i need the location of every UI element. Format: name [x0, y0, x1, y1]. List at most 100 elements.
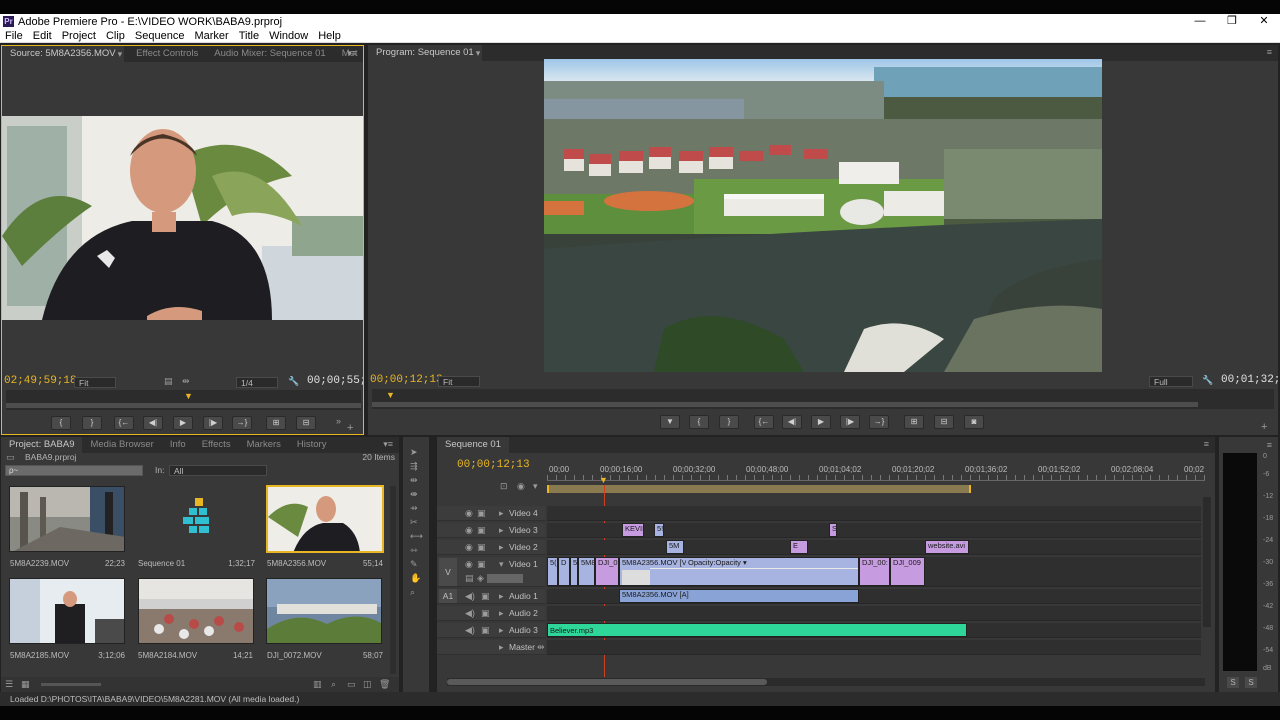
sequence-thumbnail[interactable]	[138, 486, 254, 552]
track-video3[interactable]: KEVII 5! S	[547, 523, 1201, 538]
list-view-icon[interactable]: ☰	[5, 679, 13, 690]
solo-left-button[interactable]: S	[1227, 677, 1239, 688]
icon-view-icon[interactable]: ▦	[21, 679, 30, 690]
track-select-tool-icon[interactable]: ⇶	[410, 461, 418, 472]
trash-icon[interactable]: 🗑	[379, 679, 390, 690]
panel-menu-icon[interactable]: ≡	[1267, 47, 1272, 57]
time-ruler[interactable]: 00;00 00;00;16;00 00;00;32;00 00;00;48;0…	[547, 465, 1205, 495]
minimize-button[interactable]: —	[1184, 14, 1216, 29]
track-header-master[interactable]: ▸ Master ⇹	[437, 640, 545, 655]
panel-menu-icon[interactable]: ▾≡	[383, 439, 393, 450]
menu-marker[interactable]: Marker	[189, 30, 233, 42]
lock-icon[interactable]: ▣	[477, 542, 486, 553]
track-header-audio2[interactable]: ◀) ▣ ▸ Audio 2	[437, 606, 545, 621]
export-frame-icon[interactable]: ▤	[164, 376, 173, 387]
step-back-button[interactable]: ◀|	[143, 416, 163, 430]
panel-menu-icon[interactable]: ≡	[1267, 440, 1272, 450]
clip[interactable]: website.avi	[925, 540, 969, 554]
safe-margins-icon[interactable]: ⇹	[182, 376, 190, 387]
eye-icon[interactable]: ◉	[465, 525, 473, 536]
clip[interactable]: 5M8	[578, 557, 595, 586]
clip[interactable]: Believer.mp3	[547, 623, 967, 637]
tab-effects[interactable]: Effects	[194, 437, 239, 453]
tab-media-browser[interactable]: Media Browser	[82, 437, 161, 453]
tab-program[interactable]: Program: Sequence 01	[368, 45, 482, 61]
program-mini-timeline[interactable]: ▼	[372, 389, 1274, 409]
mark-out-button[interactable]: }	[719, 415, 739, 429]
thumbnail-dji-0072[interactable]	[266, 578, 382, 644]
ripple-edit-tool-icon[interactable]: ⇹	[410, 475, 418, 486]
export-frame-button[interactable]: ◙	[964, 415, 984, 429]
item-name[interactable]: 5M8A2239.MOV	[10, 559, 69, 568]
track-header-audio3[interactable]: ◀) ▣ ▸ Audio 3	[437, 623, 545, 638]
menu-window[interactable]: Window	[264, 30, 313, 42]
go-to-in-button[interactable]: {←	[754, 415, 774, 429]
item-name[interactable]: 5M8A2185.MOV	[10, 651, 69, 660]
tab-sequence-01[interactable]: Sequence 01	[437, 437, 509, 453]
play-button[interactable]: ▶	[173, 416, 193, 430]
lift-button[interactable]: ⊞	[904, 415, 924, 429]
program-video-frame[interactable]	[544, 59, 1102, 372]
source-resolution-dropdown[interactable]: 1/4	[236, 377, 278, 388]
add-marker-icon[interactable]: ▾	[533, 481, 538, 492]
track-audio1[interactable]: 5M8A2356.MOV [A]	[547, 589, 1201, 604]
program-current-timecode[interactable]: 00;00;12;13	[370, 374, 443, 386]
clip[interactable]: 5M	[666, 540, 684, 554]
zoom-tool-icon[interactable]: ⌕	[410, 587, 415, 598]
track-header-video2[interactable]: ◉ ▣ ▸ Video 2	[437, 540, 545, 555]
add-button-icon[interactable]: +	[347, 422, 353, 434]
collapse-triangle-icon[interactable]: ▾	[499, 559, 504, 570]
expand-triangle-icon[interactable]: ▸	[499, 525, 504, 536]
track-video2[interactable]: 5M E website.avi	[547, 540, 1201, 555]
source-mini-timeline[interactable]: ▼	[6, 390, 361, 410]
lock-icon[interactable]: ▣	[477, 508, 486, 519]
clip[interactable]: 5M8A2356.MOV [A]	[619, 589, 859, 603]
step-forward-button[interactable]: |▶	[203, 416, 223, 430]
clip[interactable]: D	[558, 557, 570, 586]
tab-project[interactable]: Project: BABA9	[1, 437, 83, 453]
lock-icon[interactable]: ▣	[477, 559, 486, 570]
eye-icon[interactable]: ◉	[465, 542, 473, 553]
tab-history[interactable]: History	[289, 437, 335, 453]
expand-triangle-icon[interactable]: ▸	[499, 642, 504, 653]
menu-edit[interactable]: Edit	[28, 30, 57, 42]
add-marker-button[interactable]: ▼	[660, 415, 680, 429]
mark-in-button[interactable]: {	[689, 415, 709, 429]
opacity-dropdown[interactable]: Opacity:Opacity ▾	[686, 558, 749, 567]
panel-menu-icon[interactable]: ≡	[1204, 439, 1209, 449]
lock-icon[interactable]: ▣	[481, 591, 490, 602]
track-header-audio1[interactable]: A1 ◀) ▣ ▸ Audio 1	[437, 589, 545, 604]
wrench-icon[interactable]: 🔧	[1202, 375, 1213, 386]
timeline-hscrollbar[interactable]	[447, 678, 1205, 686]
menu-help[interactable]: Help	[313, 30, 346, 42]
razor-tool-icon[interactable]: ✂	[410, 517, 418, 528]
rate-stretch-tool-icon[interactable]: ⇸	[410, 503, 418, 514]
clip[interactable]: KEVII	[622, 523, 644, 537]
play-button[interactable]: ▶	[811, 415, 831, 429]
snap-icon[interactable]: ⊡	[500, 481, 508, 492]
source-current-timecode[interactable]: 02;49;59;18	[4, 375, 77, 387]
clip[interactable]: 5	[570, 557, 578, 586]
expand-triangle-icon[interactable]: ▸	[499, 508, 504, 519]
clip-main-video[interactable]: 5M8A2356.MOV [V] Opacity:Opacity ▾	[619, 557, 859, 586]
slide-tool-icon[interactable]: ⇿	[410, 545, 418, 556]
menu-clip[interactable]: Clip	[101, 30, 130, 42]
tab-markers[interactable]: Markers	[239, 437, 289, 453]
source-fit-dropdown[interactable]: Fit	[74, 377, 116, 388]
zoom-slider[interactable]	[41, 683, 101, 686]
insert-button[interactable]: ⊞	[266, 416, 286, 430]
track-header-video1[interactable]: V ◉ ▣ ▾ Video 1 ▤ ◈	[437, 557, 545, 587]
chevron-down-icon[interactable]: ▾	[476, 48, 481, 59]
timeline-timecode[interactable]: 00;00;12;13	[457, 459, 530, 471]
tab-effect-controls[interactable]: Effect Controls	[128, 46, 206, 62]
clip[interactable]: 5!	[654, 523, 664, 537]
clip[interactable]: S	[829, 523, 837, 537]
track-header-video3[interactable]: ◉ ▣ ▸ Video 3	[437, 523, 545, 538]
pen-tool-icon[interactable]: ✎	[410, 559, 418, 570]
chevron-down-icon[interactable]: ▾	[118, 49, 123, 60]
overwrite-button[interactable]: ⊟	[296, 416, 316, 430]
search-input[interactable]: ρ~	[5, 465, 143, 476]
timeline-vscrollbar[interactable]	[1203, 497, 1211, 627]
lock-icon[interactable]: ▣	[481, 625, 490, 636]
expand-triangle-icon[interactable]: ▸	[499, 625, 504, 636]
